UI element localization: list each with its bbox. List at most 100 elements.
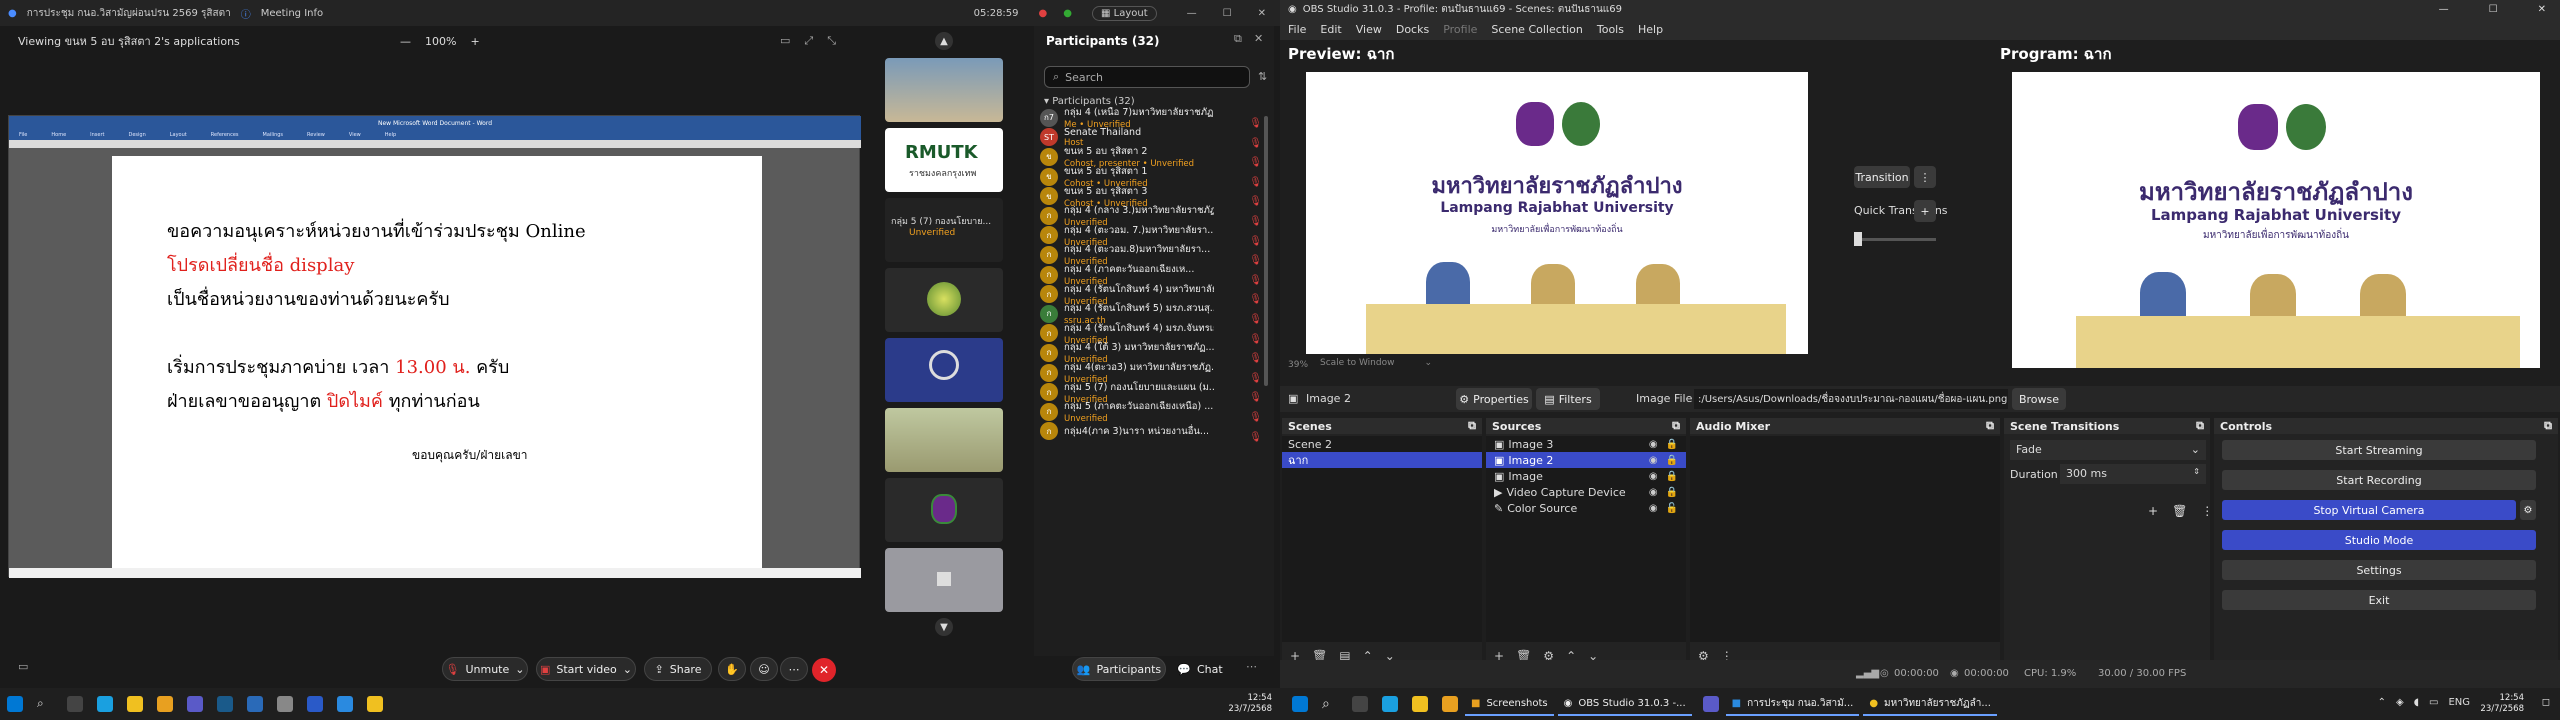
maximize-icon[interactable]: ☐: [2489, 4, 2498, 15]
slider-handle[interactable]: [1854, 232, 1862, 246]
chrome-icon[interactable]: [367, 696, 383, 712]
close-icon[interactable]: ✕: [2538, 4, 2546, 15]
word-tab[interactable]: Layout: [170, 132, 187, 138]
virtual-camera-settings-button[interactable]: ⚙: [2520, 500, 2536, 520]
info-icon[interactable]: ⓘ: [241, 6, 251, 21]
network-icon[interactable]: ◈: [2396, 697, 2404, 708]
leave-button[interactable]: ✕: [812, 658, 836, 682]
menu-file[interactable]: File: [1288, 23, 1306, 36]
stop-virtual-camera-button[interactable]: Stop Virtual Camera: [2222, 500, 2516, 520]
more-button[interactable]: ⋯: [780, 657, 808, 681]
chevron-up-icon[interactable]: ⌃: [2378, 697, 2386, 708]
remote-control-icon[interactable]: ▭: [780, 34, 790, 48]
lock-icon[interactable]: 🔒: [1666, 439, 1678, 450]
undock-icon[interactable]: ⧉: [2544, 419, 2552, 433]
taskbar-app-obs[interactable]: ◉ OBS Studio 31.0.3 -...: [1557, 692, 1692, 716]
layout-button[interactable]: ▦ Layout: [1092, 5, 1157, 21]
lock-icon[interactable]: 🔒: [1666, 455, 1678, 466]
notification-icon[interactable]: ◻: [2542, 697, 2550, 708]
participants-search[interactable]: ⌕ Search: [1044, 66, 1250, 88]
fullscreen-icon[interactable]: ⤡: [827, 34, 836, 48]
edge-icon[interactable]: [1382, 696, 1398, 712]
source-item[interactable]: ▶ Video Capture Device ◉ 🔒: [1486, 484, 1686, 500]
scene-item[interactable]: Scene 2: [1282, 436, 1482, 452]
share-button[interactable]: ⇪ Share: [644, 657, 712, 681]
transition-type-select[interactable]: Fade ⌄: [2010, 440, 2206, 460]
exit-button[interactable]: Exit: [2222, 590, 2536, 610]
undock-icon[interactable]: ⧉: [1672, 419, 1680, 433]
source-item[interactable]: ▣ Image 3 ◉ 🔒: [1486, 436, 1686, 452]
volume-icon[interactable]: ◖: [2414, 697, 2419, 708]
start-video-button[interactable]: ▣ Start video ⌄: [536, 657, 636, 681]
transition-menu-button[interactable]: ⋮: [1914, 166, 1936, 188]
participant-row[interactable]: ก กลุ่ม4(ภาค 3)นารา หน่วยงานอื่น... 🎙: [1040, 422, 1262, 443]
task-view-icon[interactable]: [1352, 696, 1368, 712]
word-tab[interactable]: References: [211, 132, 239, 138]
taskbar-clock[interactable]: 12:54 23/7/2568: [2480, 693, 2524, 715]
source-item[interactable]: ✎ Color Source ◉ 🔓: [1486, 500, 1686, 516]
video-tile[interactable]: กลุ่ม 5 (7) กองนโยบาย... Unverified: [885, 198, 1003, 262]
duration-input[interactable]: 300 ms ⇕: [2060, 464, 2206, 484]
eye-icon[interactable]: ◉: [1649, 503, 1658, 514]
eye-icon[interactable]: ◉: [1649, 439, 1658, 450]
taskbar-app-screenshots[interactable]: ■ Screenshots: [1465, 692, 1554, 716]
windows-start-icon[interactable]: [1292, 696, 1308, 712]
menu-edit[interactable]: Edit: [1320, 23, 1341, 36]
word-tab[interactable]: Mailings: [263, 132, 284, 138]
menu-help[interactable]: Help: [1638, 23, 1663, 36]
menu-tools[interactable]: Tools: [1597, 23, 1624, 36]
undock-icon[interactable]: ⧉: [1986, 419, 1994, 433]
menu-docks[interactable]: Docks: [1396, 23, 1429, 36]
source-item[interactable]: ▣ Image ◉ 🔒: [1486, 468, 1686, 484]
settings-button[interactable]: Settings: [2222, 560, 2536, 580]
zoom-in-icon[interactable]: +: [470, 35, 479, 48]
chrome-icon[interactable]: [1412, 696, 1428, 712]
meeting-info-link[interactable]: Meeting Info: [261, 8, 323, 19]
more-vertical-icon[interactable]: ⋮: [2201, 504, 2213, 518]
source-item-selected[interactable]: ▣ Image 2 ◉ 🔒: [1486, 452, 1686, 468]
word-tab[interactable]: Design: [128, 132, 145, 138]
popout-icon[interactable]: ⧉: [1234, 32, 1242, 46]
file-explorer-icon[interactable]: [157, 696, 173, 712]
video-tile[interactable]: [885, 478, 1003, 542]
video-tile[interactable]: RMUTK ราชมงคลกรุงเทพ: [885, 128, 1003, 192]
lock-icon[interactable]: 🔒: [1666, 471, 1678, 482]
eye-icon[interactable]: ◉: [1649, 487, 1658, 498]
task-view-icon[interactable]: [67, 696, 83, 712]
chrome-icon[interactable]: [127, 696, 143, 712]
lock-icon[interactable]: 🔒: [1666, 487, 1678, 498]
raise-hand-button[interactable]: ✋: [718, 657, 746, 681]
file-explorer-icon[interactable]: [1442, 696, 1458, 712]
zoom-out-icon[interactable]: —: [400, 35, 411, 48]
participants-button[interactable]: 👥 Participants: [1072, 657, 1166, 681]
preview-canvas[interactable]: มหาวิทยาลัยราชภัฏลำปาง Lampang Rajabhat …: [1306, 72, 1808, 354]
minimize-icon[interactable]: —: [2439, 4, 2449, 15]
windows-start-icon[interactable]: [7, 696, 23, 712]
undock-icon[interactable]: ⧉: [1468, 419, 1476, 433]
word-icon[interactable]: [337, 696, 353, 712]
video-tile[interactable]: [885, 338, 1003, 402]
video-tile[interactable]: [885, 548, 1003, 612]
transition-slider[interactable]: [1854, 238, 1936, 241]
participant-row[interactable]: ก7 กลุ่ม 4 (เหนือ 7)มหาวิทยาลัยราชภัฏ... M…: [1040, 107, 1262, 130]
eye-icon[interactable]: ◉: [1649, 471, 1658, 482]
scale-mode-select[interactable]: Scale to Window ⌄: [1320, 358, 1432, 368]
word-tab[interactable]: Help: [385, 132, 396, 138]
sort-icon[interactable]: ⇅: [1258, 70, 1267, 83]
app-icon[interactable]: [247, 696, 263, 712]
more-icon[interactable]: ⋯: [1246, 660, 1257, 673]
app-icon[interactable]: [1702, 696, 1719, 712]
mic-muted-icon[interactable]: 🎙: [1249, 432, 1262, 443]
video-tile[interactable]: [885, 408, 1003, 472]
search-icon[interactable]: ⌕: [1322, 696, 1338, 712]
word-tab[interactable]: Insert: [90, 132, 104, 138]
language-indicator[interactable]: ENG: [2448, 697, 2470, 708]
word-tab[interactable]: Home: [51, 132, 66, 138]
minimize-icon[interactable]: —: [1187, 8, 1197, 19]
maximize-icon[interactable]: ☐: [1223, 8, 1232, 19]
plus-icon[interactable]: +: [2148, 504, 2158, 518]
taskbar-app-chrome[interactable]: ● มหาวิทยาลัยราชภัฏลำ...: [1863, 692, 1997, 716]
close-icon[interactable]: ✕: [1254, 32, 1263, 45]
edge-icon[interactable]: [97, 696, 113, 712]
search-icon[interactable]: ⌕: [37, 696, 53, 712]
